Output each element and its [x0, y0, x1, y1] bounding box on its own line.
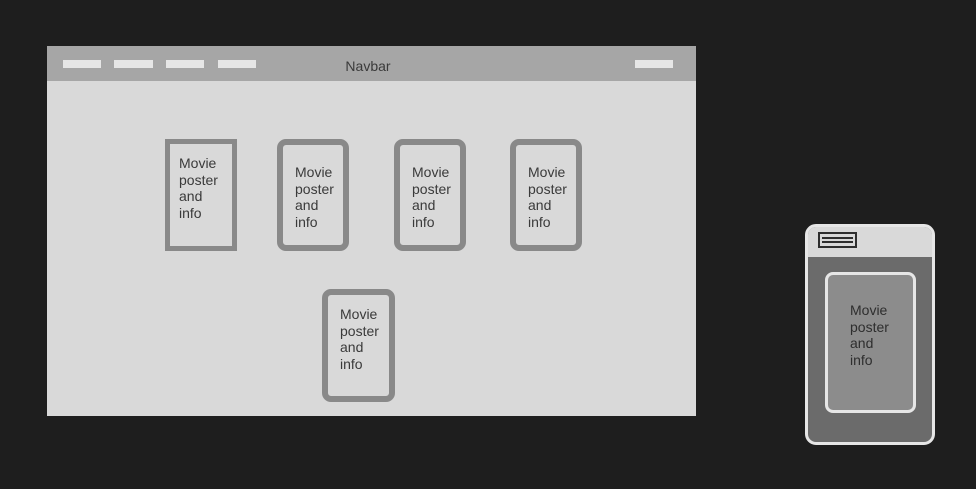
movie-card-label: Movie poster and info [528, 164, 567, 230]
mobile-header [808, 227, 932, 257]
navbar: Navbar [47, 46, 696, 81]
navbar-title: Navbar [345, 58, 391, 74]
movie-card[interactable]: Movie poster and info [394, 139, 466, 251]
nav-link-right[interactable] [635, 60, 673, 68]
movie-card[interactable]: Movie poster and info [165, 139, 237, 251]
movie-card-label: Movie poster and info [295, 164, 334, 230]
movie-card-label: Movie poster and info [179, 155, 218, 221]
mobile-movie-card[interactable]: Movie poster and info [825, 272, 916, 413]
hamburger-icon[interactable] [818, 232, 857, 248]
movie-card[interactable]: Movie poster and info [510, 139, 582, 251]
mobile-wireframe: Movie poster and info [805, 224, 935, 445]
mobile-movie-card-label: Movie poster and info [850, 302, 889, 368]
movie-card[interactable]: Movie poster and info [277, 139, 349, 251]
desktop-wireframe: Navbar Movie poster and info Movie poste… [47, 46, 696, 416]
movie-card-label: Movie poster and info [340, 306, 379, 372]
movie-card-label: Movie poster and info [412, 164, 451, 230]
movie-card[interactable]: Movie poster and info [322, 289, 395, 402]
